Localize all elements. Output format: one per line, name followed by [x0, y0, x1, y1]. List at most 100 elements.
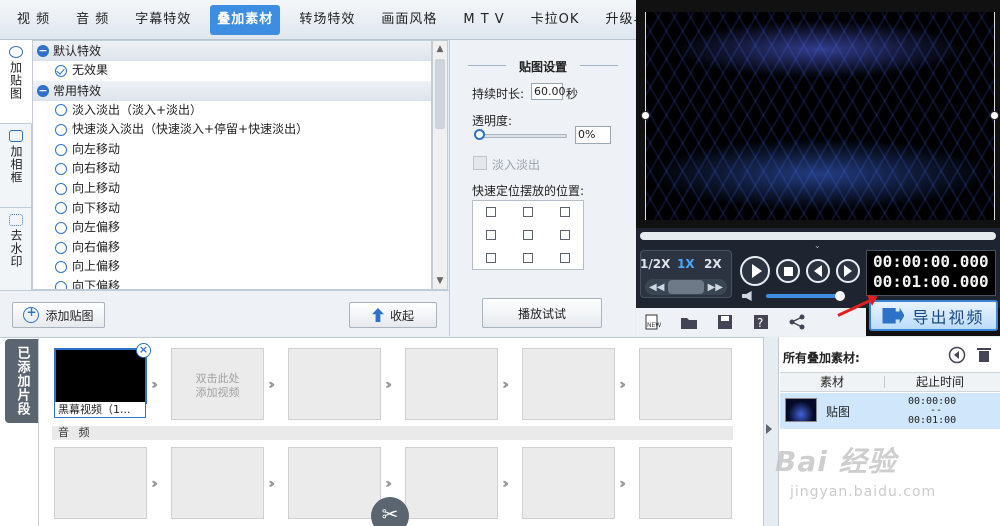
collapse-group-icon[interactable]: − [37, 45, 49, 57]
effect-item[interactable]: 向下移动 [33, 199, 431, 219]
folder-icon[interactable] [680, 313, 698, 331]
export-video-button[interactable]: 导出视频 [869, 300, 998, 331]
effect-item[interactable]: 向上移动 [33, 179, 431, 199]
position-center[interactable] [522, 229, 533, 240]
radio-icon [55, 261, 67, 274]
tab-0[interactable]: 视 频 [10, 5, 57, 35]
previous-frame-button[interactable] [806, 259, 830, 283]
effect-item[interactable]: 向右移动 [33, 159, 431, 179]
scroll-up-icon[interactable]: ▲ [433, 41, 447, 57]
speed-2x[interactable]: 2X [704, 257, 722, 271]
next-frame-button[interactable] [836, 259, 860, 283]
export-label: 导出视频 [912, 307, 985, 327]
tab-3[interactable]: 叠加素材 [210, 4, 281, 35]
opacity-slider-knob[interactable] [474, 129, 485, 140]
stop-button[interactable] [776, 259, 800, 283]
video-slot[interactable] [288, 348, 381, 420]
add-video-hint[interactable]: 双击此处 添加视频 [171, 372, 264, 400]
chevron-down-icon[interactable]: ⌄ [814, 241, 821, 250]
duration-input[interactable]: 60.00 [531, 83, 566, 100]
save-icon[interactable] [716, 313, 734, 331]
radio-icon [55, 104, 67, 117]
clip-black-video[interactable] [54, 348, 147, 404]
fade-checkbox[interactable] [473, 156, 487, 170]
collapse-button[interactable]: 收起 [349, 302, 437, 328]
effect-item[interactable]: 向右偏移 [33, 238, 431, 258]
effect-item[interactable]: 向上偏移 [33, 257, 431, 277]
position-bottom-left[interactable] [486, 252, 497, 263]
effect-item[interactable]: 向下偏移 [33, 277, 431, 289]
jog-shuttle[interactable]: ◀◀ ▶▶ [645, 279, 727, 295]
audio-slot[interactable] [522, 447, 615, 519]
video-preview[interactable] [645, 12, 995, 220]
help-icon[interactable]: ? [752, 313, 770, 331]
trash-icon[interactable] [975, 346, 993, 364]
share-icon[interactable] [788, 313, 806, 331]
video-frame [645, 12, 995, 220]
chevron-right-icon: ››› [619, 476, 626, 492]
effect-item[interactable]: 向左偏移 [33, 218, 431, 238]
position-top-center[interactable] [522, 207, 533, 218]
effect-item[interactable]: 向左移动 [33, 140, 431, 160]
chevron-right-icon: ››› [151, 476, 158, 492]
duration-label: 持续时长: [472, 87, 525, 101]
added-clips-tab[interactable]: 已添加片段 [5, 339, 38, 423]
play-icon [751, 264, 762, 278]
audio-slot[interactable] [171, 447, 264, 519]
effect-group-header[interactable]: − 默认特效 [33, 41, 431, 61]
effect-item[interactable]: 无效果 [33, 61, 431, 81]
position-bottom-right[interactable] [559, 252, 570, 263]
current-time: 00:00:00.000 [873, 252, 989, 271]
speed-half[interactable]: 1/2X [640, 257, 670, 271]
tab-7[interactable]: 卡拉OK [524, 5, 587, 35]
scroll-down-icon[interactable]: ▼ [433, 273, 447, 289]
tab-6[interactable]: M T V [456, 5, 511, 35]
chevron-right-icon[interactable] [766, 424, 772, 434]
side-tab-add-sticker[interactable]: 加贴图 [0, 40, 32, 124]
tab-4[interactable]: 转场特效 [292, 5, 362, 35]
tab-1[interactable]: 音 频 [69, 5, 116, 35]
position-top-right[interactable] [559, 207, 570, 218]
video-slot[interactable] [405, 348, 498, 420]
audio-slot[interactable] [639, 447, 732, 519]
back-icon[interactable] [948, 346, 966, 364]
opacity-input[interactable]: 0% [575, 126, 611, 144]
audio-slot[interactable] [54, 447, 147, 519]
playback-progress-bar[interactable] [640, 232, 996, 240]
speed-1x[interactable]: 1X [677, 257, 695, 271]
resize-handle-left[interactable] [641, 111, 650, 120]
scroll-thumb[interactable] [435, 59, 445, 129]
video-slot[interactable] [639, 348, 732, 420]
collapse-group-icon[interactable]: − [37, 84, 49, 97]
rewind-icon[interactable]: ◀◀ [649, 282, 664, 293]
side-tab-add-frame[interactable]: 加相框 [0, 124, 32, 208]
effect-item-label: 淡入淡出（淡入+淡出） [72, 102, 203, 117]
resize-handle-right[interactable] [990, 111, 999, 120]
volume-knob[interactable] [835, 291, 845, 301]
side-tab-remove-watermark[interactable]: 去水印 [0, 208, 32, 290]
audio-slot[interactable] [288, 447, 381, 519]
play-button[interactable] [740, 256, 770, 286]
tab-5[interactable]: 画面风格 [374, 5, 444, 35]
effect-item[interactable]: 淡入淡出（淡入+淡出） [33, 101, 431, 121]
radio-icon [55, 182, 67, 195]
new-icon[interactable]: NEW [643, 313, 661, 331]
remove-clip-icon[interactable]: × [136, 343, 151, 358]
add-sticker-button[interactable]: 添加贴图 [12, 302, 105, 328]
opacity-slider[interactable] [477, 134, 567, 138]
tab-2[interactable]: 字幕特效 [128, 5, 198, 35]
audio-slot[interactable] [405, 447, 498, 519]
effects-scrollbar[interactable]: ▲ ▼ [432, 40, 448, 290]
position-middle-right[interactable] [559, 229, 570, 240]
effect-group-header[interactable]: − 常用特效 [33, 80, 431, 101]
position-bottom-center[interactable] [522, 252, 533, 263]
position-top-left[interactable] [486, 207, 497, 218]
effect-item[interactable]: 快速淡入淡出（快速淡入+停留+快速淡出） [33, 120, 431, 140]
fast-forward-icon[interactable]: ▶▶ [708, 282, 723, 293]
jog-knob[interactable] [668, 280, 704, 294]
video-slot[interactable] [522, 348, 615, 420]
clip-label: 黑幕视频（1... [54, 402, 146, 418]
position-middle-left[interactable] [486, 229, 497, 240]
volume-slider[interactable] [766, 294, 840, 298]
preview-button[interactable]: 播放试试 [482, 298, 602, 328]
